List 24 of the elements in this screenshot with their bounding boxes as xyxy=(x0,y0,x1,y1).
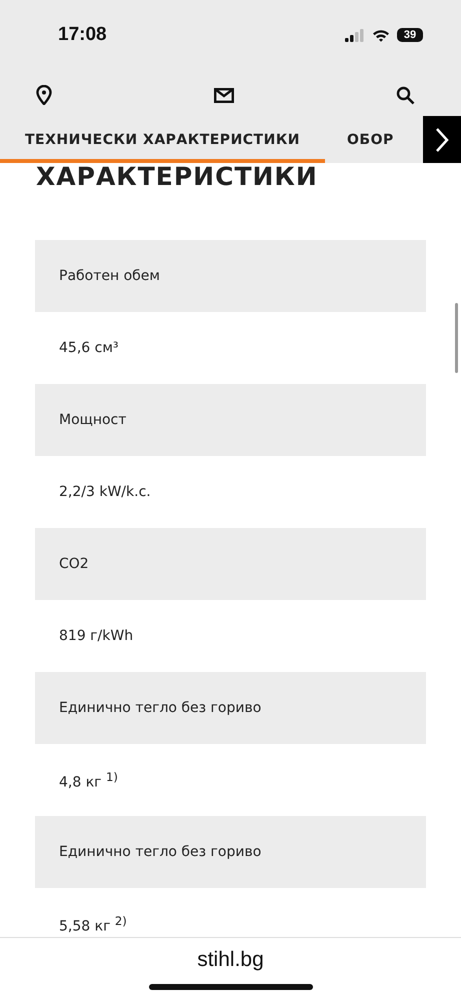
spec-value: 4,8 кг $^{1)}$ xyxy=(59,770,118,790)
section-heading: ХАРАКТЕРИСТИКИ xyxy=(35,163,319,191)
next-tab-button[interactable] xyxy=(423,116,461,163)
chevron-right-icon xyxy=(434,126,450,152)
spec-value: 819 г/kWh xyxy=(59,628,134,644)
mail-icon[interactable] xyxy=(214,88,234,102)
tab[interactable]: ОБОР xyxy=(325,120,394,163)
wifi-icon xyxy=(372,28,390,42)
search-icon[interactable] xyxy=(396,86,415,104)
spec-value: 2,2/3 kW/k.c. xyxy=(59,484,151,500)
signal-icon xyxy=(345,28,365,42)
spec-value: 45,6 см³ xyxy=(59,340,118,356)
spec-label: Мощност xyxy=(35,384,426,456)
status-time: 17:08 xyxy=(58,24,107,46)
spec-label: Работен обем xyxy=(35,240,426,312)
spec-label: Единично тегло без гориво xyxy=(35,816,426,888)
spec-label: CO2 xyxy=(35,528,426,600)
address-url[interactable]: stihl.bg xyxy=(197,948,264,972)
spec-value: 5,58 кг $^{2)}$ xyxy=(59,914,127,934)
battery-indicator: 39 xyxy=(397,28,423,42)
scrollbar xyxy=(455,303,458,373)
location-pin-icon[interactable] xyxy=(36,85,52,105)
spec-label: Единично тегло без гориво xyxy=(35,672,426,744)
tab[interactable]: ТЕХНИЧЕСКИ ХАРАКТЕРИСТИКИ xyxy=(0,120,325,163)
